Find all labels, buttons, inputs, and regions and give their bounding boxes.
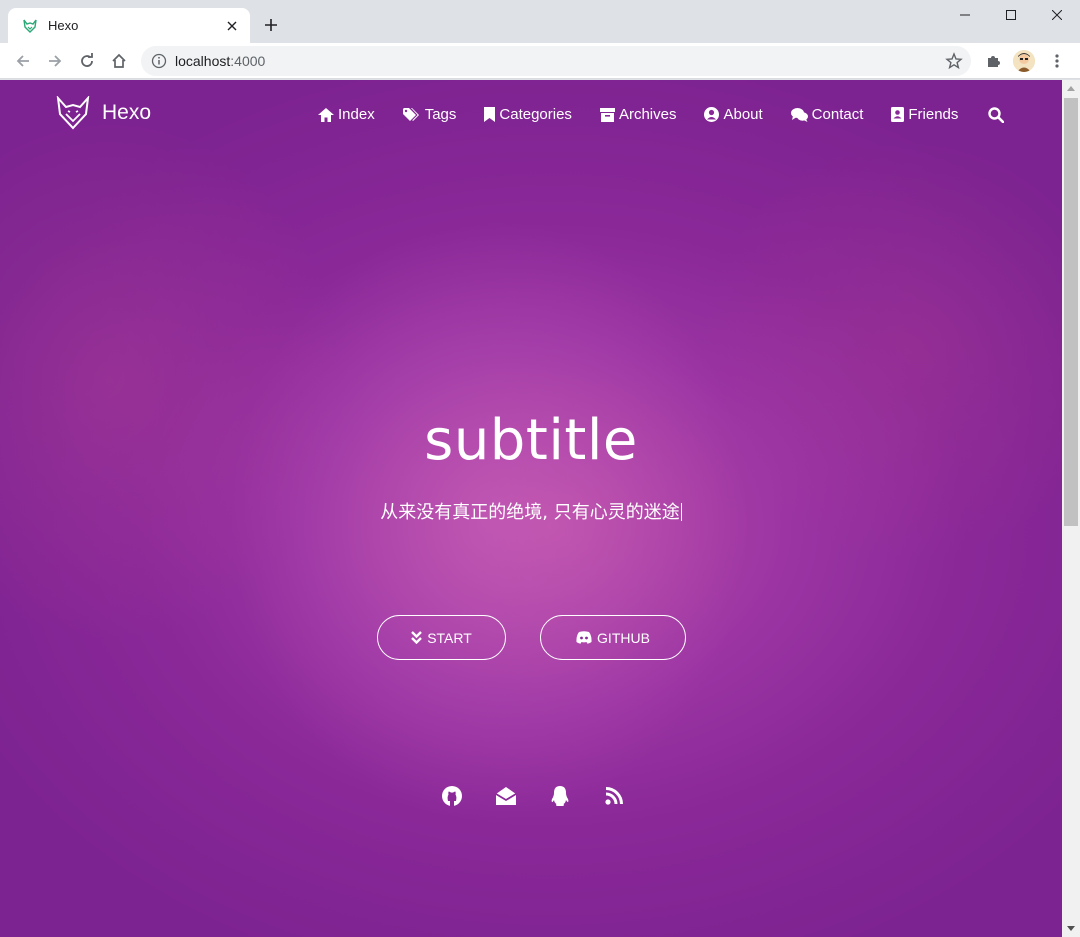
bookmark-icon [484, 107, 496, 122]
address-book-icon [891, 107, 905, 122]
tags-icon [402, 107, 419, 121]
nav-item-friends[interactable]: Friends [891, 106, 958, 123]
start-button[interactable]: START [377, 615, 506, 660]
window-controls [942, 0, 1080, 30]
scroll-down-arrow-icon[interactable] [1062, 920, 1080, 937]
double-chevron-down-icon [411, 631, 423, 644]
scroll-thumb[interactable] [1064, 98, 1078, 526]
github-button[interactable]: GITHUB [540, 615, 686, 660]
fox-favicon-icon [22, 18, 38, 34]
qq-icon[interactable] [549, 785, 571, 807]
site-name: Hexo [102, 101, 152, 124]
close-window-icon[interactable] [1034, 0, 1080, 30]
nav-label: Categories [499, 106, 572, 123]
nav-item-archives[interactable]: Archives [599, 106, 677, 123]
user-circle-icon [704, 107, 720, 122]
fox-logo-icon [56, 96, 90, 130]
background-glow-right [700, 140, 1062, 560]
profile-avatar[interactable] [1013, 50, 1035, 72]
close-tab-icon[interactable] [224, 18, 240, 34]
github-icon[interactable] [441, 785, 463, 807]
address-bar[interactable]: localhost:4000 [141, 46, 971, 76]
browser-tab[interactable]: Hexo [8, 8, 250, 43]
nav-item-contact[interactable]: Contact [790, 106, 864, 123]
typed-text: 从来没有真正的绝境, 只有心灵的迷途 [380, 502, 680, 523]
scroll-up-arrow-icon[interactable] [1062, 80, 1080, 97]
tab-strip: Hexo [0, 0, 1080, 43]
maximize-icon[interactable] [988, 0, 1034, 30]
nav-item-tags[interactable]: Tags [402, 106, 457, 123]
background-glow-left [0, 120, 340, 640]
hero-subtitle: 从来没有真正的绝境, 只有心灵的迷途 [0, 498, 1062, 524]
discord-icon [576, 631, 592, 644]
start-label: START [427, 629, 472, 646]
url-text: localhost:4000 [175, 53, 266, 69]
nav-label: Contact [811, 106, 864, 123]
bookmark-star-icon[interactable] [945, 52, 963, 70]
back-icon[interactable] [12, 50, 34, 72]
nav-label: About [723, 106, 763, 123]
github-label: GITHUB [597, 629, 650, 646]
nav-label: Index [338, 106, 375, 123]
comments-icon [790, 107, 808, 122]
browser-toolbar: localhost:4000 [0, 43, 1080, 79]
page-viewport: Hexo Index Tags Categories Archives Abou… [0, 80, 1062, 937]
vertical-scrollbar[interactable] [1062, 80, 1080, 937]
new-tab-icon[interactable] [262, 16, 280, 34]
social-links [441, 785, 657, 807]
nav-item-index[interactable]: Index [318, 106, 375, 123]
nav-label: Archives [618, 106, 677, 123]
site-logo[interactable]: Hexo [56, 96, 151, 130]
browser-menu-icon[interactable] [1046, 50, 1068, 72]
search-icon [988, 106, 1005, 123]
forward-icon[interactable] [44, 50, 66, 72]
home-browser-icon[interactable] [108, 50, 130, 72]
info-icon[interactable] [151, 53, 167, 69]
typing-caret [680, 503, 682, 521]
search-button[interactable] [988, 106, 1008, 123]
tab-title: Hexo [48, 18, 79, 33]
nav-label: Tags [424, 106, 457, 123]
home-icon [318, 107, 334, 122]
minimize-icon[interactable] [942, 0, 988, 30]
archive-icon [599, 107, 615, 122]
extensions-icon[interactable] [982, 50, 1004, 72]
reload-icon[interactable] [76, 50, 98, 72]
main-nav: Index Tags Categories Archives About Con… [318, 106, 1036, 123]
mail-icon[interactable] [495, 785, 517, 807]
nav-item-categories[interactable]: Categories [484, 106, 572, 123]
rss-icon[interactable] [603, 785, 625, 807]
nav-label: Friends [908, 106, 959, 123]
nav-item-about[interactable]: About [704, 106, 763, 123]
hero-title: subtitle [424, 408, 638, 473]
